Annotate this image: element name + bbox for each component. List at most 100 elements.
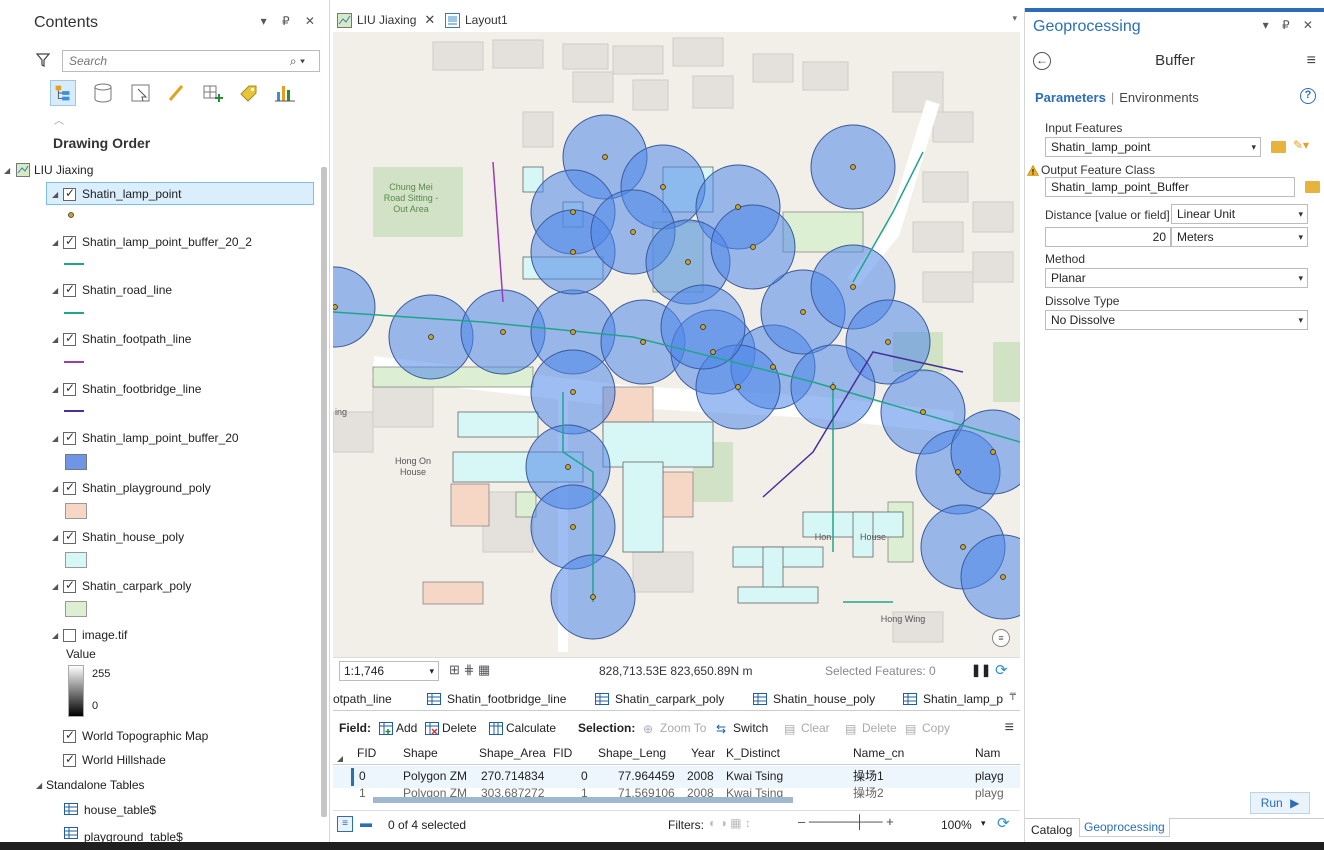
- input-features-dropdown[interactable]: Shatin_lamp_point ▾: [1045, 137, 1261, 157]
- chevron-down-icon[interactable]: ▾: [429, 662, 434, 680]
- tab-parameters[interactable]: Parameters: [1035, 90, 1106, 105]
- table-tab[interactable]: Shatin_carpark_poly: [595, 692, 724, 706]
- layer-visibility-checkbox[interactable]: [63, 628, 76, 642]
- map-overview-icon[interactable]: ≡: [992, 629, 1010, 647]
- table-item[interactable]: house_table$: [0, 800, 318, 820]
- distance-type-dropdown[interactable]: Linear Unit ▾: [1171, 204, 1308, 224]
- scrollbar-thumb[interactable]: [321, 167, 327, 817]
- layer-visibility-checkbox[interactable]: [63, 381, 76, 396]
- browse-folder-icon[interactable]: [1271, 141, 1286, 153]
- calculate-field-button[interactable]: Calculate: [489, 721, 556, 735]
- refresh-icon[interactable]: ⟳: [997, 814, 1010, 832]
- layer-visibility-checkbox[interactable]: [63, 430, 76, 445]
- output-feature-class-field[interactable]: Shatin_lamp_point_Buffer: [1045, 177, 1295, 197]
- expand-triangle-icon[interactable]: ◢: [52, 484, 58, 493]
- scale-dropdown[interactable]: 1:1,746 ▾: [339, 661, 439, 681]
- table-item[interactable]: playground_table$: [0, 824, 318, 842]
- map-view[interactable]: Chung Mei Road Sitting - Out Area Hong O…: [333, 32, 1020, 657]
- table-tab[interactable]: Shatin_house_poly: [753, 692, 875, 706]
- expand-triangle-icon[interactable]: ◢: [52, 238, 58, 247]
- chevron-down-icon[interactable]: ▾: [1298, 311, 1303, 329]
- layer-visibility-checkbox[interactable]: [63, 578, 76, 593]
- layer-item[interactable]: ◢ Shatin_lamp_point: [0, 184, 318, 204]
- copy-button[interactable]: ▤ Copy: [905, 721, 950, 736]
- layer-visibility-checkbox[interactable]: [63, 480, 76, 495]
- contents-search-box[interactable]: ⌕ ▾: [62, 50, 320, 72]
- search-icon[interactable]: ⌕ ▾: [290, 54, 305, 69]
- expand-triangle-icon[interactable]: ◢: [52, 335, 58, 344]
- tool-menu-icon[interactable]: ≡: [1307, 52, 1316, 70]
- delete-field-button[interactable]: Delete: [425, 721, 477, 735]
- chevron-down-icon[interactable]: ▾: [1251, 138, 1256, 156]
- list-by-selection-icon[interactable]: [128, 80, 154, 106]
- chevron-down-icon[interactable]: ▾: [1298, 269, 1303, 287]
- show-selected-records-icon[interactable]: ▬: [360, 816, 372, 830]
- clear-selection-button[interactable]: ▤ Clear: [784, 721, 830, 736]
- pause-icon[interactable]: ❚❚: [971, 663, 991, 677]
- table-tab[interactable]: Shatin_footbridge_line: [427, 692, 566, 706]
- run-button[interactable]: Run ▶: [1250, 792, 1310, 814]
- zoom-slider[interactable]: – ─────┼── +: [798, 814, 894, 829]
- column-header[interactable]: Shape_Leng: [598, 743, 666, 763]
- layer-item[interactable]: ◢ Shatin_carpark_poly: [0, 576, 318, 596]
- layer-visibility-checkbox[interactable]: [63, 234, 76, 249]
- layer-visibility-checkbox[interactable]: [63, 728, 76, 743]
- tab-catalog[interactable]: Catalog: [1031, 823, 1072, 837]
- column-header[interactable]: FID: [553, 743, 572, 763]
- layer-visibility-checkbox[interactable]: [63, 186, 76, 201]
- table-tab[interactable]: Shatin_lamp_p: [903, 692, 1003, 706]
- expand-triangle-icon[interactable]: ◢: [52, 631, 58, 640]
- row-selector[interactable]: [351, 768, 354, 786]
- tab-layout[interactable]: Layout1: [445, 10, 508, 30]
- column-header[interactable]: Year: [691, 743, 715, 763]
- layer-item[interactable]: ◢ Shatin_footbridge_line: [0, 379, 318, 399]
- column-header[interactable]: Shape: [403, 743, 438, 763]
- column-header[interactable]: Shape_Area: [479, 743, 546, 763]
- chevron-down-icon[interactable]: ▾: [1298, 205, 1303, 223]
- column-header[interactable]: Nam: [975, 743, 1000, 763]
- map-canvas[interactable]: Chung Mei Road Sitting - Out Area Hong O…: [333, 32, 1020, 657]
- help-icon[interactable]: ?: [1300, 88, 1316, 104]
- delete-selection-button[interactable]: ▤ Delete: [845, 721, 897, 736]
- list-by-drawing-order-icon[interactable]: [50, 80, 76, 106]
- map-node[interactable]: ◢ LIU Jiaxing: [0, 160, 318, 180]
- filter-icons[interactable]: ◐ ◑ ▦ ↕: [709, 816, 751, 830]
- table-horizontal-scrollbar[interactable]: [333, 795, 1020, 805]
- contents-scrollbar[interactable]: [319, 155, 329, 835]
- gp-pane-controls[interactable]: ▾ ₽ ✕: [1263, 18, 1318, 32]
- browse-folder-icon[interactable]: [1305, 181, 1320, 193]
- layer-item[interactable]: ◢ Shatin_lamp_point_buffer_20: [0, 428, 318, 448]
- layer-visibility-checkbox[interactable]: [63, 752, 76, 767]
- tab-map[interactable]: LIU Jiaxing ✕: [337, 10, 435, 30]
- expand-triangle-icon[interactable]: ◢: [52, 533, 58, 542]
- list-by-editing-icon[interactable]: [164, 80, 190, 106]
- table-tab[interactable]: otpath_line: [333, 692, 392, 706]
- column-header[interactable]: Name_cn: [853, 743, 904, 763]
- expand-triangle-icon[interactable]: ◢: [4, 166, 10, 175]
- add-field-button[interactable]: Add: [379, 721, 417, 735]
- tabs-overflow-icon[interactable]: ▾: [1012, 13, 1017, 24]
- distance-value-input[interactable]: 20: [1045, 227, 1171, 247]
- tab-environments[interactable]: Environments: [1119, 90, 1198, 105]
- column-header[interactable]: FID: [357, 743, 376, 763]
- standalone-tables-node[interactable]: ◢ Standalone Tables: [0, 775, 318, 795]
- show-all-records-icon[interactable]: ≡: [337, 816, 353, 832]
- expand-triangle-icon[interactable]: ◢: [52, 434, 58, 443]
- method-dropdown[interactable]: Planar ▾: [1045, 268, 1308, 288]
- expand-triangle-icon[interactable]: ◢: [52, 385, 58, 394]
- layer-visibility-checkbox[interactable]: [63, 282, 76, 297]
- edit-pencil-icon[interactable]: ✎▾: [1293, 138, 1309, 152]
- table-menu-icon[interactable]: ≡: [1005, 719, 1014, 737]
- close-tab-icon[interactable]: ✕: [424, 12, 435, 28]
- layer-item[interactable]: ◢ Shatin_house_poly: [0, 527, 318, 547]
- switch-selection-button[interactable]: ⇆ Switch: [716, 721, 768, 736]
- basemap-item[interactable]: World Hillshade: [0, 750, 318, 770]
- chevron-down-icon[interactable]: ▾: [1298, 228, 1303, 246]
- expand-triangle-icon[interactable]: ◢: [52, 190, 58, 199]
- scrollbar-thumb[interactable]: [373, 797, 793, 803]
- tab-geoprocessing[interactable]: Geoprocessing: [1079, 818, 1170, 837]
- expand-triangle-icon[interactable]: ◢: [52, 582, 58, 591]
- contents-pane-controls[interactable]: ▾ ₽ ✕: [261, 14, 321, 28]
- list-by-labeling-icon[interactable]: [236, 80, 262, 106]
- dissolve-dropdown[interactable]: No Dissolve ▾: [1045, 310, 1308, 330]
